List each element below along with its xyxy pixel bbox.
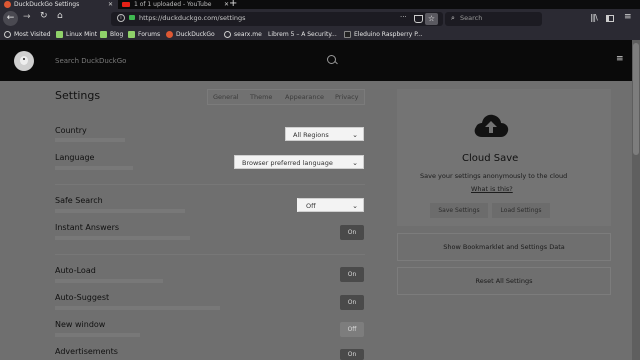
- reload-icon[interactable]: ↻: [40, 11, 48, 21]
- country-label: Country: [55, 126, 87, 135]
- tab-general[interactable]: General: [213, 93, 239, 101]
- language-label: Language: [55, 153, 95, 162]
- home-icon[interactable]: ⌂: [57, 11, 63, 21]
- bookmark-most-visited[interactable]: Most Visited: [4, 29, 51, 40]
- hamburger-menu-icon[interactable]: ≡: [624, 12, 632, 22]
- mint-icon: [56, 31, 63, 38]
- pocket-icon[interactable]: [414, 15, 423, 23]
- chevron-down-icon: ⌄: [352, 202, 358, 210]
- header-search-icon[interactable]: [327, 55, 338, 65]
- library-icon[interactable]: |||\: [590, 13, 598, 22]
- language-select[interactable]: Browser preferred language ⌄: [234, 155, 364, 169]
- what-is-this-link[interactable]: What is this?: [471, 185, 513, 193]
- country-description: [55, 138, 125, 142]
- tab-label: 1 of 1 uploaded - YouTube: [134, 1, 212, 8]
- bookmark-star-icon[interactable]: ☆: [425, 13, 438, 25]
- bookmark-linux-mint[interactable]: Linux Mint: [56, 29, 97, 40]
- search-bar-input[interactable]: Search: [460, 14, 482, 22]
- bookmark-forums[interactable]: Forums: [128, 29, 160, 40]
- cloud-upload-icon: [474, 114, 509, 137]
- sidebar-icon[interactable]: [606, 15, 614, 22]
- section-divider: [55, 184, 365, 185]
- auto-suggest-description: [55, 306, 220, 310]
- safe-search-select-value: Off: [306, 202, 316, 210]
- save-settings-button[interactable]: Save Settings: [430, 203, 488, 218]
- auto-suggest-toggle[interactable]: On: [340, 295, 364, 310]
- tab-youtube[interactable]: 1 of 1 uploaded - YouTube ✕: [118, 0, 236, 9]
- tab-privacy[interactable]: Privacy: [335, 93, 359, 101]
- bookmark-searx[interactable]: searx.me: [224, 29, 262, 40]
- cloud-save-description: Save your settings anonymously to the cl…: [420, 172, 568, 180]
- header-menu-icon[interactable]: ≡: [616, 54, 624, 64]
- gear-icon: [4, 31, 11, 38]
- youtube-favicon-icon: [122, 2, 130, 7]
- advertisements-toggle[interactable]: On: [340, 349, 364, 360]
- safe-search-select[interactable]: Off ⌄: [297, 198, 364, 212]
- searx-icon: [224, 31, 231, 38]
- instant-answers-toggle[interactable]: On: [340, 225, 364, 240]
- new-tab-button[interactable]: +: [229, 0, 237, 9]
- forward-arrow-icon[interactable]: →: [23, 12, 31, 22]
- chevron-down-icon: ⌄: [352, 131, 358, 139]
- new-window-toggle[interactable]: Off: [340, 322, 364, 337]
- tab-duckduckgo-settings[interactable]: DuckDuckGo Settings ✕: [0, 0, 118, 9]
- close-tab-icon[interactable]: ✕: [108, 0, 113, 9]
- new-window-description: [55, 333, 140, 337]
- language-select-value: Browser preferred language: [242, 159, 333, 167]
- page-icon: [100, 31, 107, 38]
- auto-load-toggle[interactable]: On: [340, 267, 364, 282]
- chevron-down-icon: ⌄: [352, 159, 358, 167]
- instant-answers-label: Instant Answers: [55, 223, 120, 232]
- safe-search-label: Safe Search: [55, 196, 103, 205]
- country-select-value: All Regions: [293, 131, 329, 139]
- section-divider: [55, 254, 365, 255]
- search-icon: ⌕: [451, 14, 455, 22]
- country-select[interactable]: All Regions ⌄: [285, 127, 364, 141]
- instant-answers-description: [55, 236, 190, 240]
- auto-suggest-label: Auto-Suggest: [55, 293, 110, 302]
- settings-title: Settings: [55, 89, 101, 102]
- lock-icon[interactable]: [129, 15, 135, 20]
- tab-appearance[interactable]: Appearance: [285, 93, 324, 101]
- new-window-label: New window: [55, 320, 106, 329]
- advertisements-label: Advertisements: [55, 347, 118, 356]
- reset-all-settings-button[interactable]: Reset All Settings: [397, 267, 611, 295]
- back-button[interactable]: ←: [3, 11, 18, 26]
- load-settings-button[interactable]: Load Settings: [492, 203, 550, 218]
- bookmark-duckduckgo[interactable]: DuckDuckGo: [166, 29, 215, 40]
- show-bookmarklet-button[interactable]: Show Bookmarklet and Settings Data: [397, 233, 611, 261]
- cloud-save-title: Cloud Save: [462, 153, 519, 164]
- language-description: [55, 166, 133, 170]
- info-icon[interactable]: i: [117, 14, 125, 22]
- more-actions-icon[interactable]: ···: [400, 13, 407, 21]
- url-text[interactable]: https://duckduckgo.com/settings: [139, 14, 246, 22]
- bookmark-blog[interactable]: Blog: [100, 29, 123, 40]
- auto-load-description: [55, 279, 163, 283]
- bookmark-eleduino[interactable]: Eleduino Raspberry P...: [344, 29, 423, 40]
- page-icon: [344, 31, 351, 38]
- duck-icon: [166, 31, 173, 38]
- page-icon: [128, 31, 135, 38]
- duckduckgo-favicon-icon: [4, 1, 11, 8]
- tab-theme[interactable]: Theme: [250, 93, 272, 101]
- auto-load-label: Auto-Load: [55, 266, 96, 275]
- header-search-input[interactable]: Search DuckDuckGo: [55, 57, 126, 65]
- duckduckgo-logo-icon[interactable]: [14, 51, 34, 71]
- tab-label: DuckDuckGo Settings: [14, 1, 80, 8]
- bookmark-librem[interactable]: Librem 5 – A Security...: [268, 29, 337, 40]
- safe-search-description: [55, 209, 185, 213]
- page-scrollbar-thumb[interactable]: [633, 43, 639, 155]
